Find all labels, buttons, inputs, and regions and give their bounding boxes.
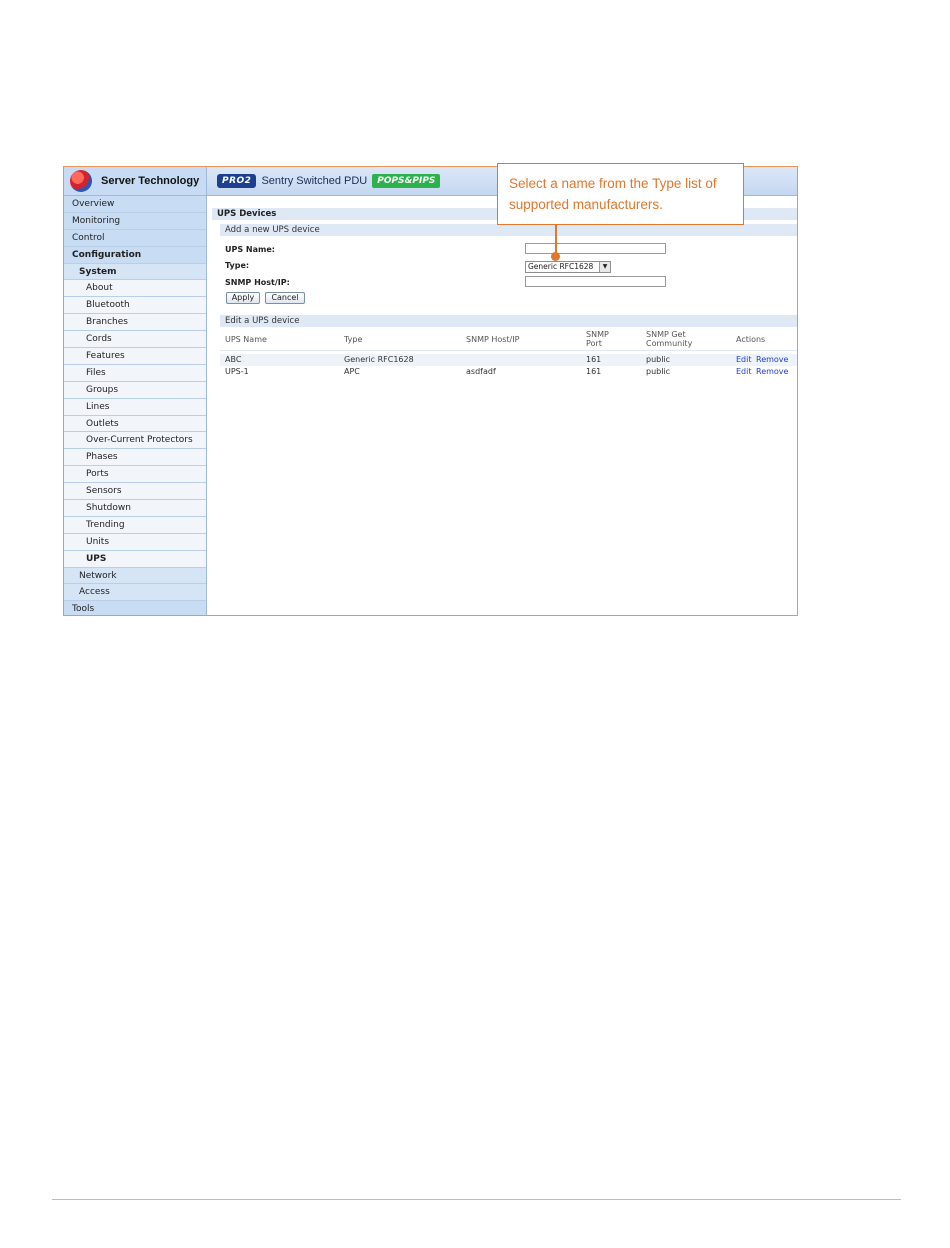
app-window: Server Technology Overview Monitoring Cont…	[63, 166, 798, 616]
cell-type: APC	[344, 367, 360, 376]
sidebar-item-system[interactable]: System	[64, 263, 206, 281]
table-row: UPS-1 APC asdfadf 161 public Edit Remove	[220, 366, 797, 378]
sidebar-item-branches[interactable]: Branches	[64, 314, 206, 332]
footer-divider	[52, 1199, 901, 1200]
sidebar: Server Technology Overview Monitoring Cont…	[64, 167, 207, 615]
annotation-callout: Select a name from the Type list of supp…	[497, 163, 744, 225]
table-header: UPS Name Type SNMP Host/IP SNMP Port SNM…	[220, 328, 797, 351]
sidebar-nav: Overview Monitoring Control Configuration Sy…	[64, 196, 206, 615]
sidebar-item-files[interactable]: Files	[64, 364, 206, 382]
col-header-community: SNMP Get Community	[646, 330, 693, 348]
product-name: Sentry Switched PDU	[261, 175, 368, 187]
sidebar-item-shutdown[interactable]: Shutdown	[64, 500, 206, 517]
sidebar-item-tools[interactable]: Tools	[64, 601, 206, 615]
sidebar-item-groups[interactable]: Groups	[64, 381, 206, 399]
ups-name-label: UPS Name:	[225, 245, 275, 254]
sidebar-item-about[interactable]: About	[64, 280, 206, 298]
edit-section-header: Edit a UPS device	[220, 315, 797, 327]
edit-link[interactable]: Edit	[736, 366, 752, 378]
sidebar-item-monitoring[interactable]: Monitoring	[64, 212, 206, 230]
sidebar-item-overview[interactable]: Overview	[64, 196, 206, 213]
cell-ups-name: ABC	[225, 355, 242, 364]
sidebar-item-bluetooth[interactable]: Bluetooth	[64, 297, 206, 315]
cell-community: public	[646, 367, 671, 376]
sidebar-item-features[interactable]: Features	[64, 348, 206, 365]
sidebar-item-cords[interactable]: Cords	[64, 331, 206, 349]
brand-logo: Server Technology	[64, 167, 206, 196]
cell-type: Generic RFC1628	[344, 355, 414, 364]
pops-pips-badge: POPS&PIPS	[372, 174, 441, 188]
sidebar-item-ups[interactable]: UPS	[64, 550, 206, 568]
snmp-host-label: SNMP Host/IP:	[225, 278, 290, 287]
col-header-actions: Actions	[736, 334, 766, 344]
col-header-type: Type	[344, 334, 363, 344]
sidebar-item-trending[interactable]: Trending	[64, 516, 206, 534]
table-row: ABC Generic RFC1628 161 public Edit Remo…	[220, 354, 797, 366]
col-header-snmp-port: SNMP Port	[586, 330, 609, 348]
ups-name-input[interactable]	[525, 243, 666, 254]
add-section-header: Add a new UPS device	[220, 224, 797, 236]
remove-link[interactable]: Remove	[756, 354, 788, 366]
cell-port: 161	[586, 355, 602, 364]
sidebar-item-access[interactable]: Access	[64, 584, 206, 602]
cell-community: public	[646, 355, 671, 364]
col-header-ups-name: UPS Name	[225, 334, 267, 344]
sidebar-item-lines[interactable]: Lines	[64, 398, 206, 416]
main-panel: PRO2 Sentry Switched PDU POPS&PIPS UPS D…	[207, 167, 797, 615]
sidebar-item-configuration[interactable]: Configuration	[64, 246, 206, 264]
brand-name: Server Technology	[101, 175, 200, 187]
pro2-badge: PRO2	[217, 174, 257, 188]
callout-pointer-dot	[551, 252, 560, 261]
sidebar-item-outlets[interactable]: Outlets	[64, 415, 206, 433]
sidebar-item-phases[interactable]: Phases	[64, 449, 206, 467]
cell-ups-name: UPS-1	[225, 367, 249, 376]
sidebar-item-control[interactable]: Control	[64, 229, 206, 247]
col-header-snmp-host: SNMP Host/IP	[466, 334, 520, 344]
server-technology-logo-icon	[70, 170, 92, 192]
edit-link[interactable]: Edit	[736, 354, 752, 366]
remove-link[interactable]: Remove	[756, 366, 788, 378]
cell-host: asdfadf	[466, 367, 496, 376]
snmp-host-input[interactable]	[525, 276, 666, 287]
cancel-button[interactable]: Cancel	[265, 292, 305, 304]
type-select-value: Generic RFC1628	[528, 262, 594, 271]
sidebar-item-ports[interactable]: Ports	[64, 466, 206, 484]
sidebar-item-network[interactable]: Network	[64, 567, 206, 585]
type-select[interactable]: Generic RFC1628 ▼	[525, 261, 611, 273]
sidebar-item-over-current-protectors[interactable]: Over-Current Protectors	[64, 432, 206, 450]
chevron-down-icon[interactable]: ▼	[599, 262, 610, 272]
type-label: Type:	[225, 261, 250, 270]
apply-button[interactable]: Apply	[226, 292, 260, 304]
sidebar-item-units[interactable]: Units	[64, 533, 206, 551]
cell-port: 161	[586, 367, 602, 376]
sidebar-item-sensors[interactable]: Sensors	[64, 483, 206, 501]
